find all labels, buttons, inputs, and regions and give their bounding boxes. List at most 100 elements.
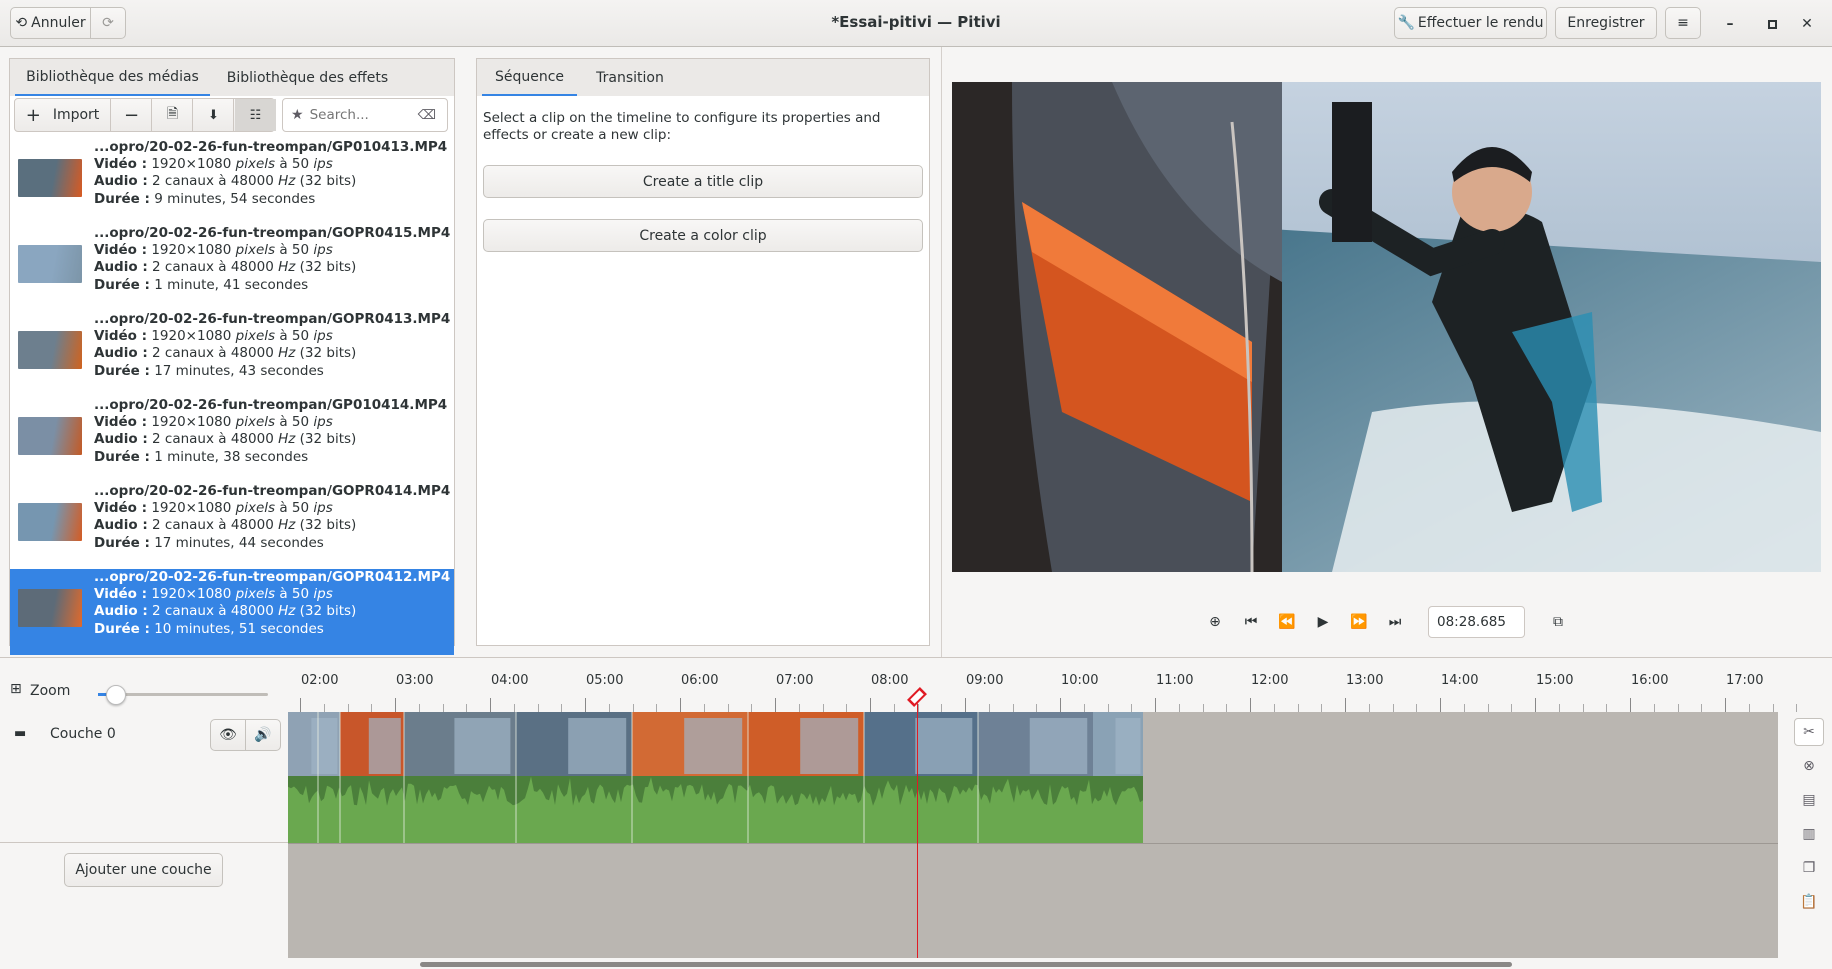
clipboard-icon: 📋 bbox=[1800, 894, 1818, 910]
ruler-minor-tick bbox=[513, 704, 515, 712]
clip-thumbnail-detail bbox=[1115, 718, 1141, 774]
clip-properties-button[interactable]: 🗎 bbox=[153, 99, 193, 131]
zoom-fit-icon[interactable]: ⊞ bbox=[10, 681, 22, 697]
media-duration: 1 minute, 41 secondes bbox=[154, 276, 309, 293]
timeline-clips[interactable] bbox=[288, 712, 1143, 843]
ruler-label: 04:00 bbox=[491, 673, 529, 688]
play-button[interactable]: ▶ bbox=[1307, 606, 1339, 638]
ruler-minor-tick bbox=[941, 704, 943, 712]
ruler-tick bbox=[775, 698, 776, 712]
main-menu-button[interactable]: ≡ bbox=[1665, 7, 1701, 39]
redo-button[interactable]: ⟳ bbox=[90, 7, 126, 39]
ruler-minor-tick bbox=[703, 704, 705, 712]
ruler-minor-tick bbox=[656, 704, 658, 712]
ruler-minor-tick bbox=[1321, 704, 1323, 712]
layer-visibility-button[interactable]: 👁 bbox=[210, 719, 246, 751]
ruler-minor-tick bbox=[608, 704, 610, 712]
zoom-slider-handle[interactable] bbox=[106, 685, 126, 705]
media-item[interactable]: ...opro/20-02-26-fun-treompan/GOPR0415.M… bbox=[10, 225, 454, 311]
undo-button[interactable]: ⟲ Annuler bbox=[10, 7, 91, 39]
media-item[interactable]: ...opro/20-02-26-fun-treompan/GOPR0414.M… bbox=[10, 483, 454, 569]
maximize-button[interactable] bbox=[1762, 14, 1782, 34]
audio-bits: (32 bits) bbox=[299, 259, 357, 276]
ruler-tick bbox=[1345, 698, 1346, 712]
media-item[interactable]: ...opro/20-02-26-fun-treompan/GOPR0413.M… bbox=[10, 311, 454, 397]
ruler-minor-tick bbox=[1392, 704, 1394, 712]
tab-media-library[interactable]: Bibliothèque des médias bbox=[15, 59, 210, 97]
layer-header: ▬ Couche 0 👁 🔊 bbox=[0, 712, 288, 843]
rewind-icon: ⏪ bbox=[1278, 614, 1296, 630]
add-layer-button[interactable]: Ajouter une couche bbox=[64, 853, 223, 887]
media-duration-line: Durée : 1 minute, 41 secondes bbox=[94, 277, 450, 294]
seek-marker-button[interactable]: ⊕ bbox=[1199, 606, 1231, 638]
search-field[interactable]: ★ ⌫ bbox=[282, 98, 448, 132]
media-duration-line: Durée : 1 minute, 38 secondes bbox=[94, 449, 447, 466]
media-item[interactable]: ...opro/20-02-26-fun-treompan/GP010414.M… bbox=[10, 397, 454, 483]
insert-at-end-button[interactable]: ⬇ bbox=[194, 99, 234, 131]
ruler-label: 07:00 bbox=[776, 673, 814, 688]
create-color-clip-button[interactable]: Create a color clip bbox=[483, 219, 923, 252]
render-button[interactable]: 🔧 Effectuer le rendu bbox=[1394, 7, 1547, 39]
media-duration: 17 minutes, 44 secondes bbox=[154, 534, 324, 551]
create-title-clip-button[interactable]: Create a title clip bbox=[483, 165, 923, 198]
document-icon: 🗎 bbox=[166, 106, 179, 122]
import-button[interactable]: + Import bbox=[15, 99, 111, 131]
audio-unit: Hz bbox=[278, 259, 296, 276]
group-button[interactable]: ▤ bbox=[1794, 786, 1824, 814]
playhead[interactable] bbox=[917, 697, 918, 958]
ruler-label: 05:00 bbox=[586, 673, 624, 688]
detach-viewer-button[interactable]: ⧉ bbox=[1542, 606, 1574, 638]
ruler-tick bbox=[300, 698, 301, 712]
list-view-button[interactable]: ☷ bbox=[235, 99, 276, 131]
media-audio-line: Audio : 2 canaux à 48000 Hz (32 bits) bbox=[94, 603, 450, 620]
minimize-button[interactable]: – bbox=[1720, 14, 1740, 34]
audio-unit: Hz bbox=[278, 603, 296, 620]
save-button[interactable]: Enregistrer bbox=[1555, 7, 1657, 39]
tab-sequence[interactable]: Séquence bbox=[482, 59, 577, 97]
media-filename: ...opro/20-02-26-fun-treompan/GP010413.M… bbox=[94, 139, 448, 155]
tab-effects-library[interactable]: Bibliothèque des effets bbox=[215, 59, 400, 97]
ruler-minor-tick bbox=[1606, 704, 1608, 712]
ungroup-button[interactable]: ▥ bbox=[1794, 820, 1824, 848]
delete-button[interactable]: ⊗ bbox=[1794, 752, 1824, 780]
duration-key: Durée : bbox=[94, 276, 150, 293]
go-to-end-button[interactable]: ⏭ bbox=[1379, 606, 1411, 638]
media-video-line: Vidéo : 1920×1080 pixels à 50 ips bbox=[94, 586, 450, 603]
split-button[interactable]: ✂ bbox=[1794, 718, 1824, 746]
ruler-minor-tick bbox=[1297, 704, 1299, 712]
video-resolution: 1920×1080 bbox=[151, 156, 232, 173]
timecode-field[interactable]: 08:28.685 bbox=[1428, 606, 1525, 638]
ruler-minor-tick bbox=[988, 704, 990, 712]
media-item[interactable]: ...opro/20-02-26-fun-treompan/GOPR0412.M… bbox=[10, 569, 454, 655]
audio-channels: 2 canaux à 48000 bbox=[152, 173, 274, 190]
timeline-ruler[interactable]: 02:00 03:00 04:00 05:00 06:00 07:00 08:00 09:00… bbox=[300, 668, 1798, 712]
audio-channels: 2 canaux à 48000 bbox=[152, 603, 274, 620]
copy-button[interactable]: ❐ bbox=[1794, 854, 1824, 882]
audio-unit: Hz bbox=[278, 345, 296, 362]
media-info: ...opro/20-02-26-fun-treompan/GP010413.M… bbox=[94, 139, 447, 208]
video-rate-unit: ips bbox=[313, 586, 333, 603]
rewind-button[interactable]: ⏪ bbox=[1271, 606, 1303, 638]
clear-search-icon[interactable]: ⌫ bbox=[418, 108, 436, 123]
horizontal-scrollbar[interactable] bbox=[420, 962, 1512, 967]
layer-name: Couche 0 bbox=[50, 726, 116, 742]
paste-button[interactable]: 📋 bbox=[1794, 888, 1824, 916]
media-filename: ...opro/20-02-26-fun-treompan/GOPR0412.M… bbox=[94, 569, 451, 585]
save-label: Enregistrer bbox=[1567, 15, 1645, 31]
remove-button[interactable]: − bbox=[112, 99, 152, 131]
media-duration-line: Durée : 17 minutes, 44 secondes bbox=[94, 535, 450, 552]
media-item[interactable]: ...opro/20-02-26-fun-treompan/GP010413.M… bbox=[10, 139, 454, 225]
video-unit: pixels bbox=[235, 242, 276, 259]
ruler-tick bbox=[870, 698, 871, 712]
media-duration: 10 minutes, 51 secondes bbox=[154, 620, 324, 637]
fast-forward-button[interactable]: ⏩ bbox=[1343, 606, 1375, 638]
media-thumbnail bbox=[18, 589, 82, 627]
close-button[interactable]: ✕ bbox=[1797, 14, 1817, 34]
search-input[interactable] bbox=[309, 107, 418, 123]
zoom-control: ⊞ Zoom bbox=[10, 681, 270, 705]
media-info: ...opro/20-02-26-fun-treompan/GOPR0415.M… bbox=[94, 225, 450, 294]
tab-transition[interactable]: Transition bbox=[580, 59, 680, 97]
layer-mute-button[interactable]: 🔊 bbox=[245, 719, 281, 751]
go-to-start-button[interactable]: ⏮ bbox=[1235, 606, 1267, 638]
media-video-line: Vidéo : 1920×1080 pixels à 50 ips bbox=[94, 242, 450, 259]
